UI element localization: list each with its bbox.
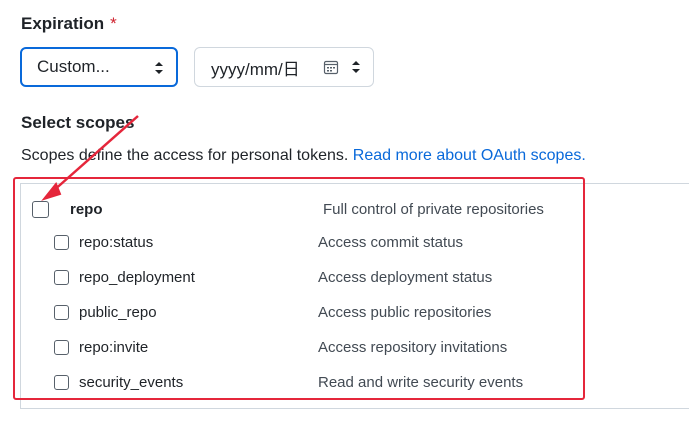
scope-row: repo_deployment Access deployment status xyxy=(54,265,674,289)
scope-desc-repo: Full control of private repositories xyxy=(323,200,544,218)
repo-invite-checkbox[interactable] xyxy=(54,339,69,355)
scope-desc: Access public repositories xyxy=(318,303,492,321)
scope-name: public_repo xyxy=(79,303,157,321)
date-updown-icon xyxy=(352,61,360,73)
oauth-scopes-link[interactable]: Read more about OAuth scopes. xyxy=(353,147,586,164)
scope-name: repo_deployment xyxy=(79,268,195,286)
scope-desc: Read and write security events xyxy=(318,373,524,391)
expiration-date-input[interactable]: yyyy/mm/日 xyxy=(194,47,374,87)
scope-row: repo:invite Access repository invitation… xyxy=(54,335,674,359)
repo-deployment-checkbox[interactable] xyxy=(54,269,69,285)
scopes-description: Scopes define the access for personal to… xyxy=(21,147,586,164)
scope-row: repo:status Access commit status xyxy=(54,230,674,254)
scope-name-repo: repo xyxy=(70,200,103,218)
scopes-table: repo Full control of private repositorie… xyxy=(20,183,689,409)
date-placeholder: yyyy/mm/日 xyxy=(211,59,300,79)
expiration-label: Expiration * xyxy=(21,14,117,33)
public-repo-checkbox[interactable] xyxy=(54,304,69,320)
calendar-icon[interactable] xyxy=(323,59,339,75)
expiration-select[interactable]: Custom... xyxy=(20,47,178,87)
repo-checkbox[interactable] xyxy=(32,200,49,218)
scope-desc: Access deployment status xyxy=(318,268,493,286)
scope-name: security_events xyxy=(79,373,184,391)
expiration-select-value: Custom... xyxy=(37,57,110,76)
select-updown-icon xyxy=(155,62,163,74)
scope-row: security_events Read and write security … xyxy=(54,370,674,394)
scope-row-repo: repo Full control of private repositorie… xyxy=(32,197,672,221)
scope-desc: Access commit status xyxy=(318,233,464,251)
security-events-checkbox[interactable] xyxy=(54,374,69,390)
select-scopes-title: Select scopes xyxy=(21,113,135,132)
scope-name: repo:invite xyxy=(79,338,149,356)
scope-row: public_repo Access public repositories xyxy=(54,300,674,324)
scope-name: repo:status xyxy=(79,233,154,251)
scope-desc: Access repository invitations xyxy=(318,338,508,356)
required-mark: * xyxy=(110,14,117,33)
repo-status-checkbox[interactable] xyxy=(54,234,69,250)
